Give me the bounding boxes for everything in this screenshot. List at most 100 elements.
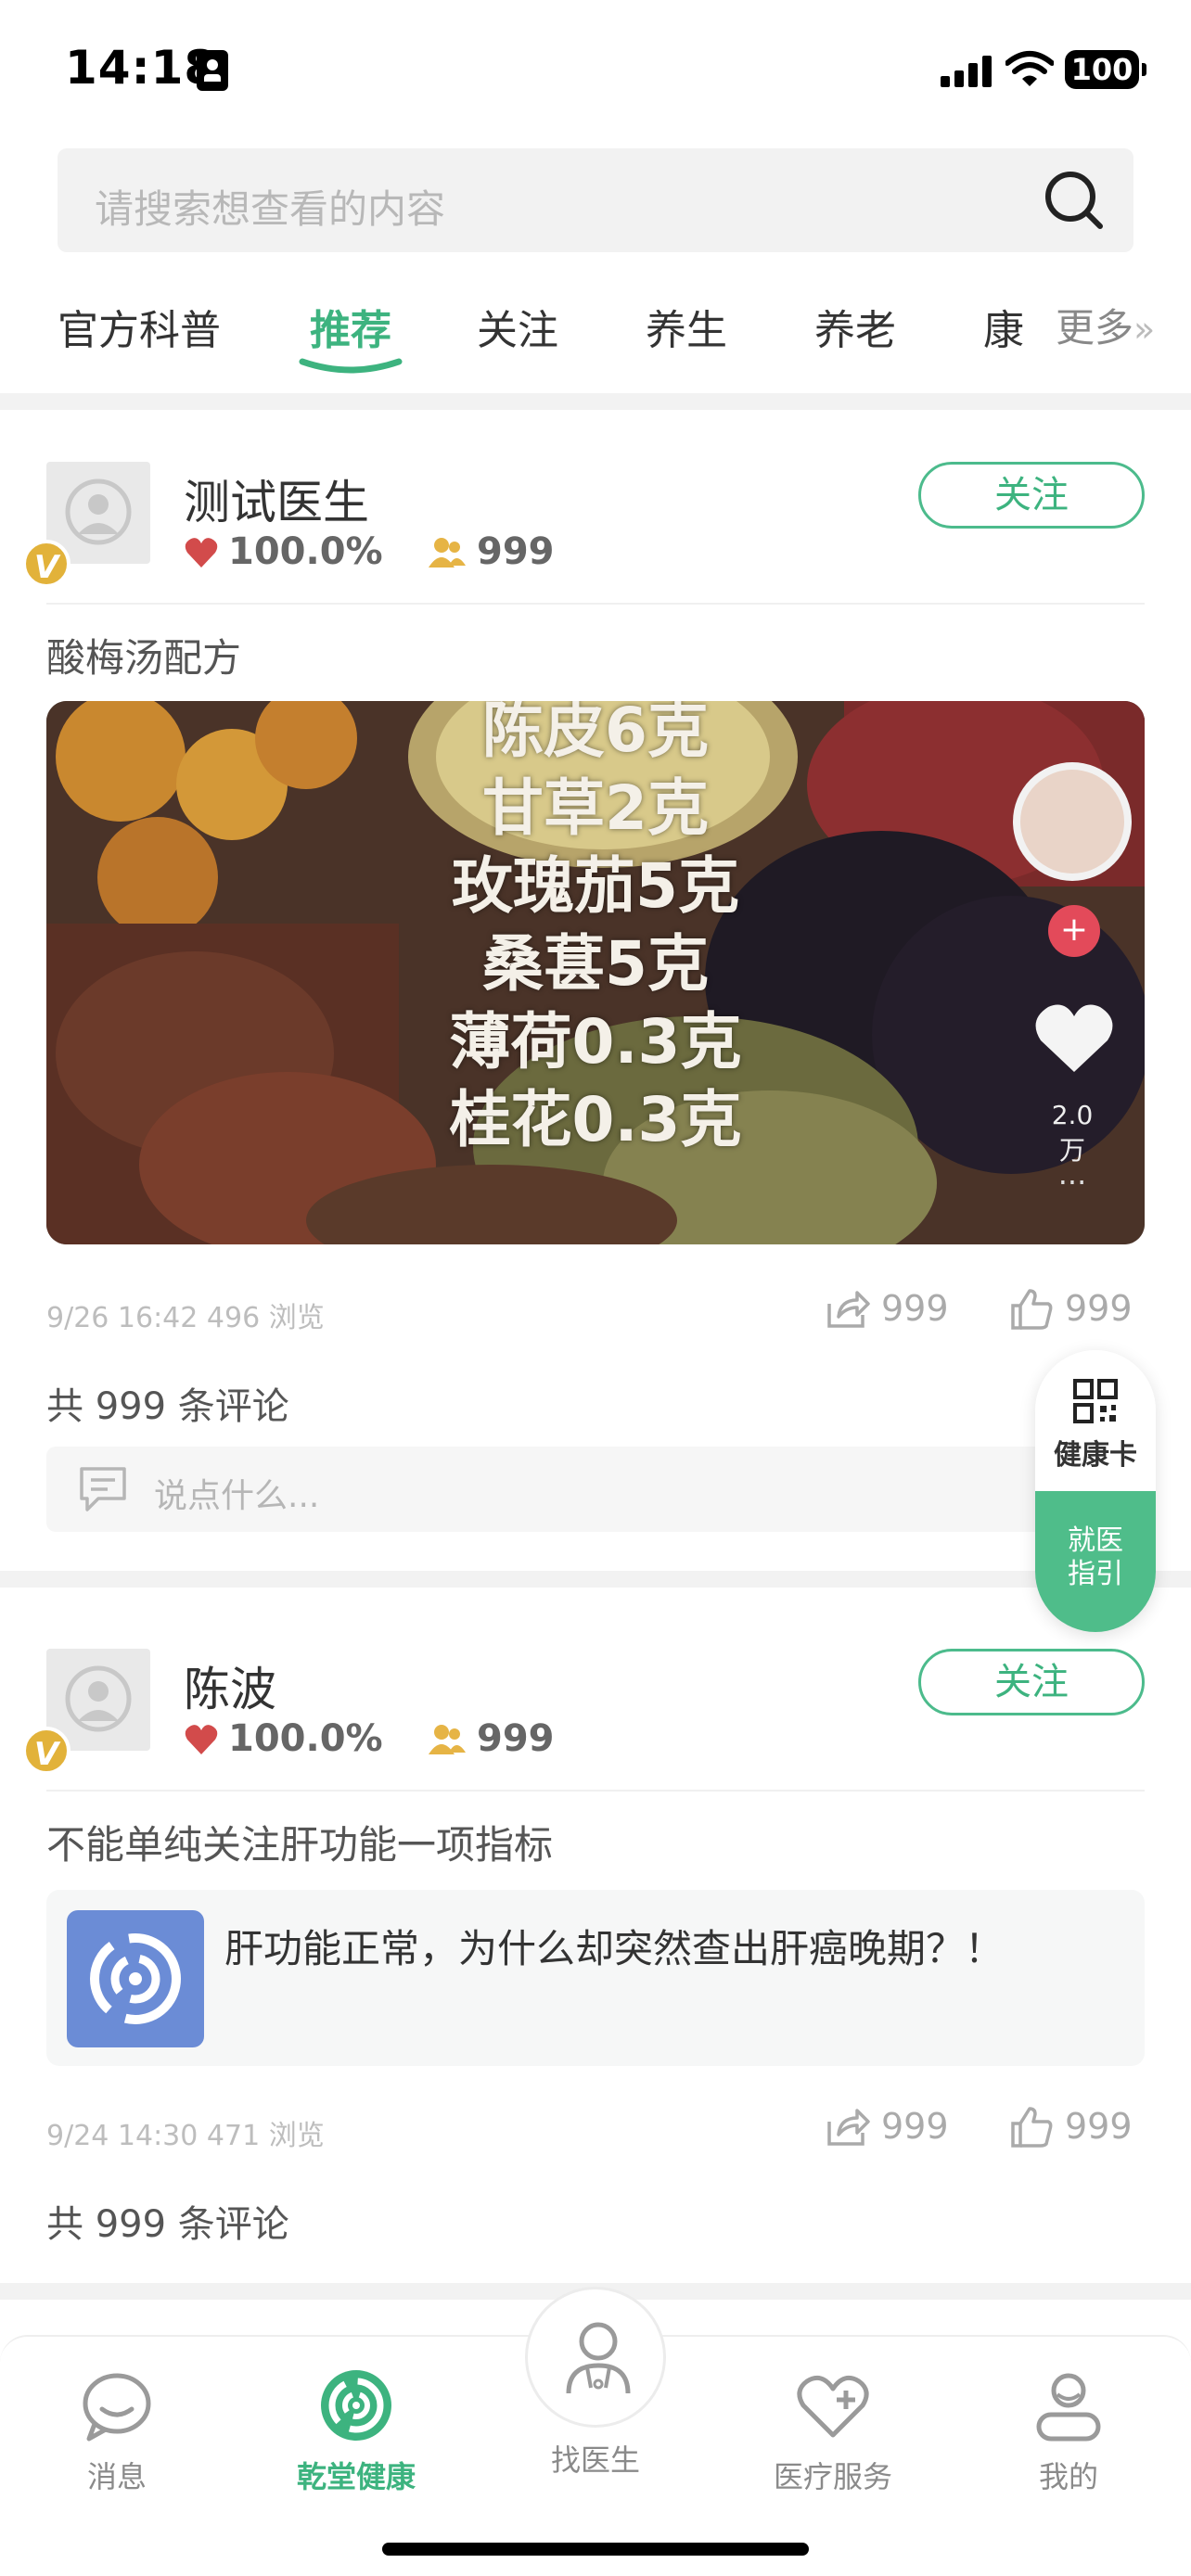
id-card-icon — [197, 50, 228, 91]
tab-follow[interactable]: 关注 — [477, 297, 558, 356]
health-card-label: 健康卡 — [1054, 1439, 1137, 1472]
overlay-line: 薄荷0.3克 — [449, 1006, 742, 1078]
nav-messages[interactable]: 消息 — [24, 2355, 210, 2496]
comment-count[interactable]: 共 999 条评论 — [46, 1376, 289, 1430]
wifi-icon — [1005, 51, 1054, 86]
comment-count[interactable]: 共 999 条评论 — [46, 2194, 289, 2248]
divider — [46, 603, 1145, 605]
tab-official-science[interactable]: 官方科普 — [58, 297, 221, 356]
home-indicator — [382, 2543, 809, 2556]
like-count: 999 — [1065, 2106, 1133, 2147]
guide-label-line2: 指引 — [1068, 1558, 1123, 1590]
article-title: 肝功能正常，为什么却突然查出肝癌晚期？！ — [224, 1926, 1005, 1971]
overlay-line: 陈皮6克 — [482, 701, 709, 766]
rating-value: 100.0% — [228, 530, 383, 573]
search-icon[interactable] — [1039, 165, 1109, 236]
heart-icon — [185, 1725, 218, 1754]
like-button[interactable]: 999 — [1009, 1287, 1133, 1330]
fans-icon — [429, 1725, 466, 1754]
share-count: 999 — [881, 1288, 949, 1329]
medical-guide-button[interactable]: 就医 指引 — [1035, 1491, 1156, 1632]
follow-button[interactable]: 关注 — [918, 462, 1145, 529]
tab-rehab[interactable]: 康 — [983, 297, 1024, 356]
category-tabs: 官方科普 推荐 关注 养生 养老 康 更多» — [0, 287, 1191, 389]
like-button[interactable]: 999 — [1009, 2105, 1133, 2148]
nav-qiantang-health[interactable]: 乾堂健康 — [263, 2355, 449, 2496]
find-doctor-button[interactable] — [525, 2287, 666, 2428]
linked-article-card[interactable]: 肝功能正常，为什么却突然查出肝癌晚期？！ — [46, 1890, 1145, 2066]
tab-elderly-care[interactable]: 养老 — [814, 297, 896, 356]
share-icon — [827, 2109, 870, 2146]
post-title[interactable]: 酸梅汤配方 — [46, 627, 241, 683]
search-placeholder: 请搜索想查看的内容 — [95, 186, 446, 232]
doctor-name[interactable]: 陈波 — [184, 1652, 276, 1719]
post-meta: 9/26 16:42 496 浏览 — [46, 1302, 325, 1334]
rating: 100.0% — [184, 1717, 383, 1760]
tab-health-preservation[interactable]: 养生 — [646, 297, 727, 356]
thumbs-up-icon — [1011, 1289, 1053, 1330]
chevron-right-icon: » — [1133, 309, 1156, 350]
follow-button[interactable]: 关注 — [918, 1649, 1145, 1715]
fans-count: 999 — [477, 1717, 555, 1760]
nav-profile[interactable]: 我的 — [976, 2355, 1161, 2496]
nav-label: 医疗服务 — [773, 2459, 892, 2494]
doctor-name[interactable]: 测试医生 — [184, 465, 369, 532]
floating-side-widget: 健康卡 就医 指引 — [1035, 1350, 1156, 1632]
rating-value: 100.0% — [228, 1717, 383, 1760]
health-card-button[interactable]: 健康卡 — [1035, 1350, 1156, 1491]
overlay-line: 桂花0.3克 — [449, 1084, 742, 1155]
guide-label-line1: 就医 — [1068, 1524, 1123, 1557]
rating: 100.0% — [184, 530, 383, 573]
verified-badge-icon: V — [22, 1727, 70, 1775]
section-divider — [0, 393, 1191, 410]
article-thumbnail — [67, 1910, 204, 2047]
active-tab-indicator — [299, 358, 403, 374]
nav-label: 我的 — [1038, 2459, 1098, 2494]
share-icon — [827, 1291, 870, 1328]
fans: 999 — [429, 530, 555, 573]
heart-icon — [185, 538, 218, 567]
nav-medical-services[interactable]: 医疗服务 — [740, 2355, 926, 2496]
video-like-count: 2.0万 — [1051, 1100, 1094, 1166]
thumbs-up-icon — [1011, 2107, 1053, 2148]
more-tabs-button[interactable]: 更多» — [1046, 297, 1156, 353]
comment-placeholder: 说点什么... — [154, 1477, 320, 1515]
comment-icon — [80, 1467, 126, 1511]
like-count: 999 — [1065, 1288, 1133, 1329]
post-video-thumbnail[interactable]: + 陈皮6克 甘草2克 玫瑰茄5克 桑葚5克 薄荷0.3克 桂花0.3克 2.0… — [46, 701, 1145, 1244]
medical-service-icon — [797, 2375, 869, 2438]
section-divider — [0, 1571, 1191, 1588]
post-meta: 9/24 14:30 471 浏览 — [46, 2120, 325, 2152]
nav-label: 消息 — [86, 2459, 147, 2494]
tab-recommended[interactable]: 推荐 — [310, 297, 391, 356]
comment-input[interactable]: 说点什么... — [46, 1447, 1145, 1532]
status-bar: 14:18 100 — [0, 0, 1191, 139]
share-button[interactable]: 999 — [826, 2105, 949, 2148]
post-title[interactable]: 不能单纯关注肝功能一项指标 — [46, 1814, 553, 1870]
cellular-signal-icon — [941, 54, 992, 87]
default-avatar-icon — [65, 478, 132, 545]
message-icon — [83, 2373, 151, 2442]
qiantang-logo-icon — [321, 2370, 391, 2441]
search-input[interactable]: 请搜索想查看的内容 — [58, 148, 1133, 252]
nav-find-doctor-label: 找医生 — [550, 2442, 640, 2478]
verified-badge-icon: V — [22, 540, 70, 588]
battery-indicator: 100 — [1065, 50, 1146, 89]
video-more-icon: ··· — [1057, 1165, 1087, 1200]
fans-icon — [429, 538, 466, 567]
fans-count: 999 — [477, 530, 555, 573]
profile-icon — [1036, 2373, 1101, 2442]
overlay-line: 桑葚5克 — [482, 928, 709, 1000]
overlay-line: 玫瑰茄5克 — [452, 850, 739, 922]
feed-post: V 测试医生 100.0% 999 关注 酸梅汤配方 + 陈皮6克 甘草2克 玫… — [0, 410, 1191, 1569]
doctor-icon — [566, 2322, 631, 2394]
qr-code-icon — [1073, 1379, 1118, 1423]
share-count: 999 — [881, 2106, 949, 2147]
overlay-line: 甘草2克 — [482, 772, 709, 844]
fans: 999 — [429, 1717, 555, 1760]
qiantang-logo-icon — [90, 1933, 181, 2024]
more-label: 更多 — [1056, 305, 1134, 351]
share-button[interactable]: 999 — [826, 1287, 949, 1330]
nav-label: 乾堂健康 — [296, 2459, 416, 2494]
status-time: 14:18 — [65, 41, 218, 95]
